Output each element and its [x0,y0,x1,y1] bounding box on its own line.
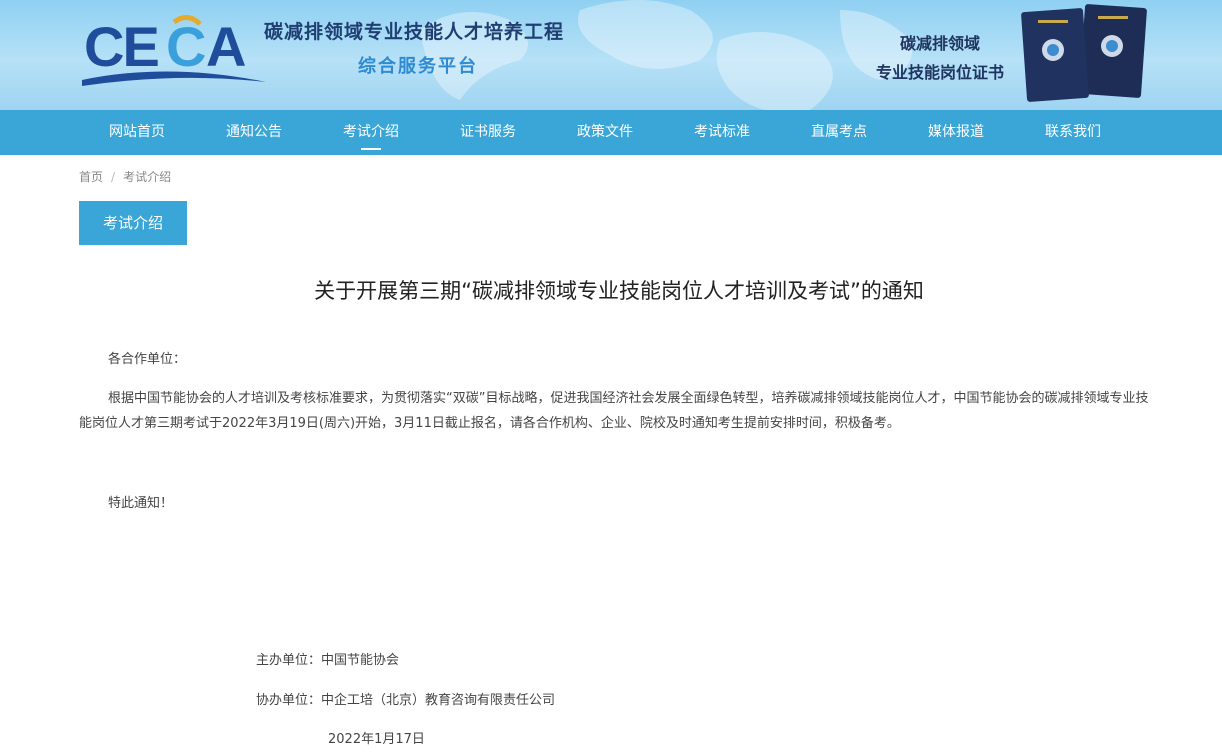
nav-item-media[interactable]: 媒体报道 [928,110,984,155]
certificate-caption-line2: 专业技能岗位证书 [876,63,1005,82]
breadcrumb-current[interactable]: 考试介绍 [123,170,171,184]
breadcrumb: 首页 / 考试介绍 [79,168,171,185]
article-closing: 特此通知！ [108,496,174,511]
site-title: 碳减排领域专业技能人才培养工程 [264,21,565,43]
article-title: 关于开展第三期“碳减排领域专业技能岗位人才培训及考试”的通知 [314,279,924,303]
nav-item-exam-intro[interactable]: 考试介绍 [343,110,399,155]
header-banner: CE C A 碳减排领域专业技能人才培养工程 综合服务平台 碳减排领域 专业技能… [0,0,1222,110]
nav-item-contact[interactable]: 联系我们 [1045,110,1101,155]
article-organizer: 主办单位：中国节能协会 [256,653,400,668]
ceca-logo[interactable]: CE C A [78,10,268,88]
nav-item-cert-service[interactable]: 证书服务 [460,110,516,155]
nav-item-policy[interactable]: 政策文件 [577,110,633,155]
nav-item-notices[interactable]: 通知公告 [226,110,282,155]
svg-text:A: A [206,15,245,78]
main-nav: 网站首页 通知公告 考试介绍 证书服务 政策文件 考试标准 直属考点 媒体报道 … [0,110,1222,155]
breadcrumb-separator: / [111,170,116,184]
nav-item-home[interactable]: 网站首页 [109,110,165,155]
breadcrumb-home[interactable]: 首页 [79,170,103,184]
article-co-organizer: 协办单位：中企工培（北京）教育咨询有限责任公司 [256,693,556,708]
nav-item-exam-standard[interactable]: 考试标准 [694,110,750,155]
certificate-caption-line1: 碳减排领域 [900,34,981,53]
site-subtitle: 综合服务平台 [358,56,478,77]
article-salutation: 各合作单位： [108,352,187,367]
nav-item-test-centers[interactable]: 直属考点 [811,110,867,155]
article-date: 2022年1月17日 [328,732,425,747]
article-body: 根据中国节能协会的人才培训及考核标准要求，为贯彻落实“双碳”目标战略，促进我国经… [79,391,1149,431]
svg-text:CE: CE [84,15,158,78]
certificate-books-image [1021,4,1147,102]
section-tab[interactable]: 考试介绍 [79,201,187,245]
